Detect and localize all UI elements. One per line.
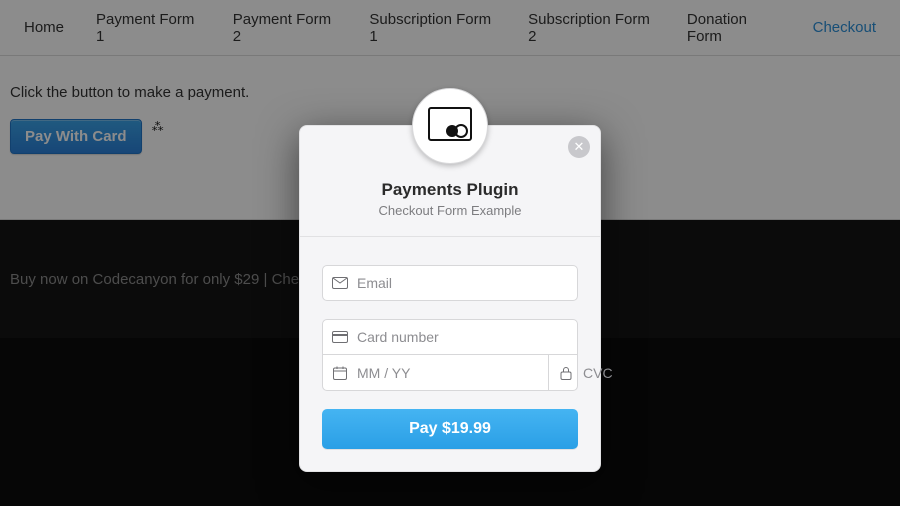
email-icon: [323, 277, 357, 289]
submit-pay-button[interactable]: Pay $19.99: [322, 409, 578, 449]
lock-icon: [549, 366, 583, 380]
modal-subtitle: Checkout Form Example: [316, 203, 584, 218]
card-icon: [323, 331, 357, 343]
expiry-input[interactable]: [357, 355, 548, 390]
email-input[interactable]: [357, 266, 577, 300]
checkout-modal: ✕ Payments Plugin Checkout Form Example: [299, 125, 601, 472]
modal-title: Payments Plugin: [316, 180, 584, 200]
card-number-input[interactable]: [357, 320, 577, 354]
calendar-icon: [323, 366, 357, 380]
cvc-input[interactable]: [583, 355, 774, 390]
